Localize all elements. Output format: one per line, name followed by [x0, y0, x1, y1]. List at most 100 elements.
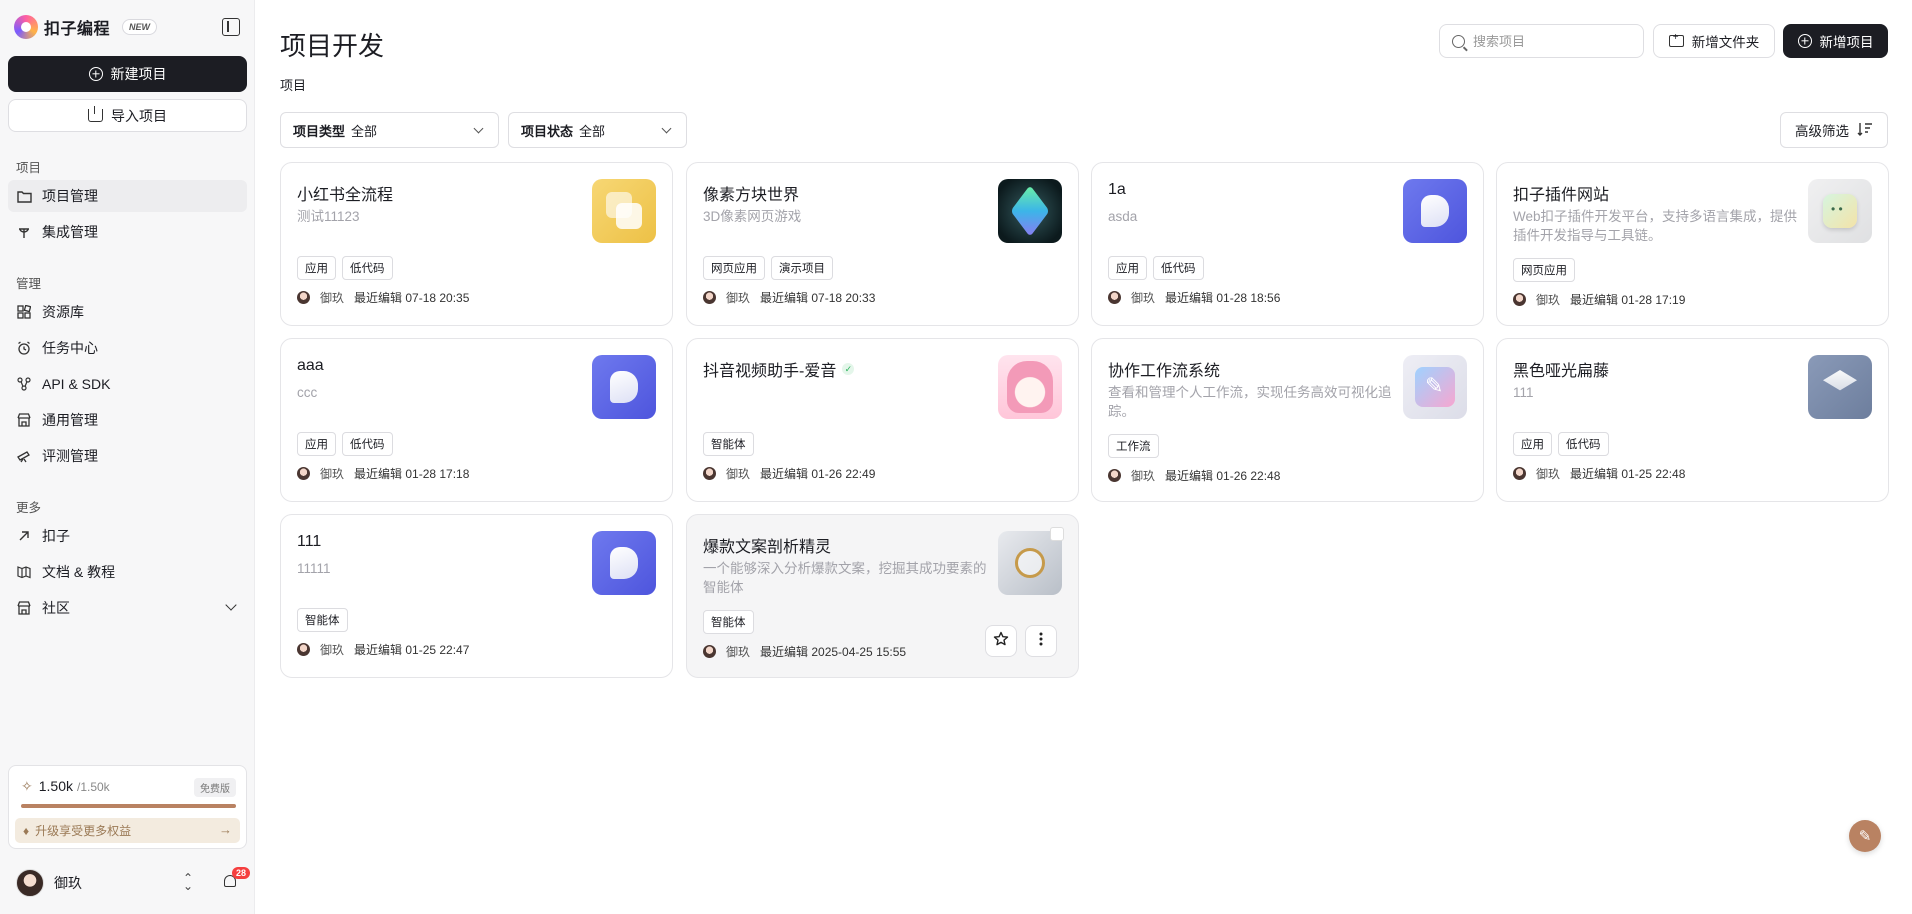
sidebar-item-label: 集成管理	[42, 224, 98, 240]
author-name: 御玖	[1131, 291, 1156, 305]
sidebar-item-label: 项目管理	[42, 188, 98, 204]
project-meta: 御玖 最近编辑 01-25 22:47	[297, 641, 469, 658]
chevron-up-down-icon[interactable]: ⌃ ⌄	[183, 872, 193, 892]
project-card[interactable]: aaa ccc 应用 低代码 御玖 最近编辑 01-28 17:18	[280, 338, 673, 502]
search-box[interactable]	[1439, 24, 1644, 58]
sidebar-item-project-manage[interactable]: 项目管理	[8, 180, 247, 212]
more-options-button[interactable]	[1025, 625, 1057, 657]
project-title: 爆款文案剖析精灵	[703, 539, 832, 556]
author-name: 御玖	[1536, 293, 1561, 307]
project-tags: 应用 低代码	[297, 256, 393, 280]
edited-time: 最近编辑 01-28 17:18	[354, 467, 470, 481]
sidebar-item-label: API & SDK	[42, 376, 111, 392]
brand[interactable]: 扣子编程 NEW	[14, 14, 158, 40]
project-meta: 御玖 最近编辑 2025-04-25 15:55	[703, 643, 906, 660]
project-thumbnail-layers-icon	[1808, 355, 1872, 419]
edit-note-icon: ✎	[1858, 828, 1872, 845]
quota-progress-bar	[21, 804, 236, 808]
sidebar-item-integration[interactable]: 集成管理	[8, 216, 247, 248]
project-title: 小红书全流程	[297, 187, 394, 204]
new-folder-label: 新增文件夹	[1691, 35, 1760, 50]
author-name: 御玖	[320, 291, 345, 305]
sidebar-item-label: 资源库	[42, 304, 84, 320]
feedback-floating-button[interactable]: ✎	[1849, 820, 1881, 852]
sidebar-collapse-icon[interactable]	[222, 18, 240, 36]
breadcrumb: 项目	[280, 78, 307, 93]
user-profile[interactable]: 御玖	[16, 868, 82, 898]
project-tags: 应用 低代码	[297, 432, 393, 456]
sidebar-item-api-sdk[interactable]: API & SDK	[8, 368, 247, 400]
project-card[interactable]: 黑色哑光扁藤 111 应用 低代码 御玖 最近编辑 01-25 22:48	[1496, 338, 1889, 502]
tag: 智能体	[297, 608, 348, 632]
telescope-icon	[16, 448, 32, 464]
sidebar-item-tasks[interactable]: 任务中心	[8, 332, 247, 364]
sidebar-item-resources[interactable]: 资源库	[8, 296, 247, 328]
project-meta: 御玖 最近编辑 07-18 20:35	[297, 289, 469, 306]
project-description: 测试11123	[297, 209, 360, 224]
edited-time: 最近编辑 2025-04-25 15:55	[760, 645, 907, 659]
tag: 应用	[1108, 256, 1147, 280]
alarm-clock-icon	[16, 340, 32, 356]
tag: 低代码	[342, 256, 393, 280]
project-card[interactable]: 111 11111 智能体 御玖 最近编辑 01-25 22:47	[280, 514, 673, 678]
section-manage: 管理	[16, 277, 42, 291]
community-store-icon	[16, 600, 32, 616]
sidebar-item-kouzi[interactable]: 扣子	[8, 520, 247, 552]
sidebar-item-evaluation[interactable]: 评测管理	[8, 440, 247, 472]
project-title: 抖音视频助手-爱音 ✓	[703, 357, 855, 381]
tag: 演示项目	[771, 256, 833, 280]
grid-icon	[16, 304, 32, 320]
select-checkbox[interactable]	[1050, 527, 1064, 541]
import-project-label: 导入项目	[111, 107, 167, 124]
project-status-filter[interactable]: 项目状态 全部	[508, 112, 687, 148]
project-thumbnail-plugin-icon	[1808, 179, 1872, 243]
project-card[interactable]: 1a asda 应用 低代码 御玖 最近编辑 01-28 18:56	[1091, 162, 1484, 326]
sidebar-item-general[interactable]: 通用管理	[8, 404, 247, 436]
search-input[interactable]	[1473, 33, 1633, 49]
arrow-up-right-icon	[16, 528, 32, 544]
author-name: 御玖	[726, 467, 751, 481]
author-avatar	[1513, 467, 1526, 480]
tag: 应用	[297, 432, 336, 456]
brand-logo-icon	[14, 15, 38, 39]
add-project-button[interactable]: 新增项目	[1783, 24, 1888, 58]
project-title: 111	[297, 533, 322, 550]
project-meta: 御玖 最近编辑 01-28 17:18	[297, 465, 469, 482]
import-icon	[88, 106, 103, 122]
notification-bell[interactable]: 28	[222, 867, 251, 891]
project-description: ccc	[297, 385, 318, 400]
import-project-button[interactable]: 导入项目	[8, 99, 247, 132]
project-title: aaa	[297, 357, 324, 374]
project-thumbnail-b-logo-icon	[592, 531, 656, 595]
project-tags: 智能体	[703, 610, 754, 634]
project-card[interactable]: 抖音视频助手-爱音 ✓ 智能体 御玖 最近编辑 01-26 22:49	[686, 338, 1079, 502]
project-description: 111	[1513, 385, 1534, 400]
tag: 应用	[297, 256, 336, 280]
project-description: 3D像素网页游戏	[703, 209, 802, 224]
project-card[interactable]: 像素方块世界 3D像素网页游戏 网页应用 演示项目 御玖 最近编辑 07-18 …	[686, 162, 1079, 326]
project-title: 扣子插件网站	[1513, 187, 1610, 204]
project-card[interactable]: 扣子插件网站 Web扣子插件开发平台，支持多语言集成，提供插件开发指导与工具链。…	[1496, 162, 1889, 326]
advanced-filter-button[interactable]: 高级筛选	[1780, 112, 1888, 148]
sidebar-item-community[interactable]: 社区	[8, 592, 247, 624]
sidebar-item-label: 任务中心	[42, 340, 98, 356]
sidebar-item-docs[interactable]: 文档 & 教程	[8, 556, 247, 588]
chevron-down-icon	[473, 123, 484, 134]
project-description: Web扣子插件开发平台，支持多语言集成，提供插件开发指导与工具链。	[1513, 209, 1798, 243]
new-project-button[interactable]: 新建项目	[8, 56, 247, 92]
project-type-filter[interactable]: 项目类型 全部	[280, 112, 499, 148]
edited-time: 最近编辑 07-18 20:35	[354, 291, 470, 305]
tag: 工作流	[1108, 434, 1159, 458]
sidebar-item-label: 扣子	[42, 528, 70, 544]
project-card[interactable]: 爆款文案剖析精灵 一个能够深入分析爆款文案，挖掘其成功要素的智能体 智能体 御玖…	[686, 514, 1079, 678]
integration-icon	[16, 224, 32, 240]
project-card[interactable]: 协作工作流系统 查看和管理个人工作流，实现任务高效可视化追踪。 工作流 御玖 最…	[1091, 338, 1484, 502]
favorite-button[interactable]	[985, 625, 1017, 657]
project-card[interactable]: 小红书全流程 测试11123 应用 低代码 御玖 最近编辑 07-18 20:3…	[280, 162, 673, 326]
sidebar-item-label: 评测管理	[42, 448, 98, 464]
new-folder-button[interactable]: 新增文件夹	[1653, 24, 1775, 58]
tag: 智能体	[703, 610, 754, 634]
folder-icon	[16, 188, 32, 204]
gem-icon: ♦	[23, 823, 30, 838]
upgrade-button[interactable]: ♦ 升级享受更多权益 →	[15, 818, 240, 843]
